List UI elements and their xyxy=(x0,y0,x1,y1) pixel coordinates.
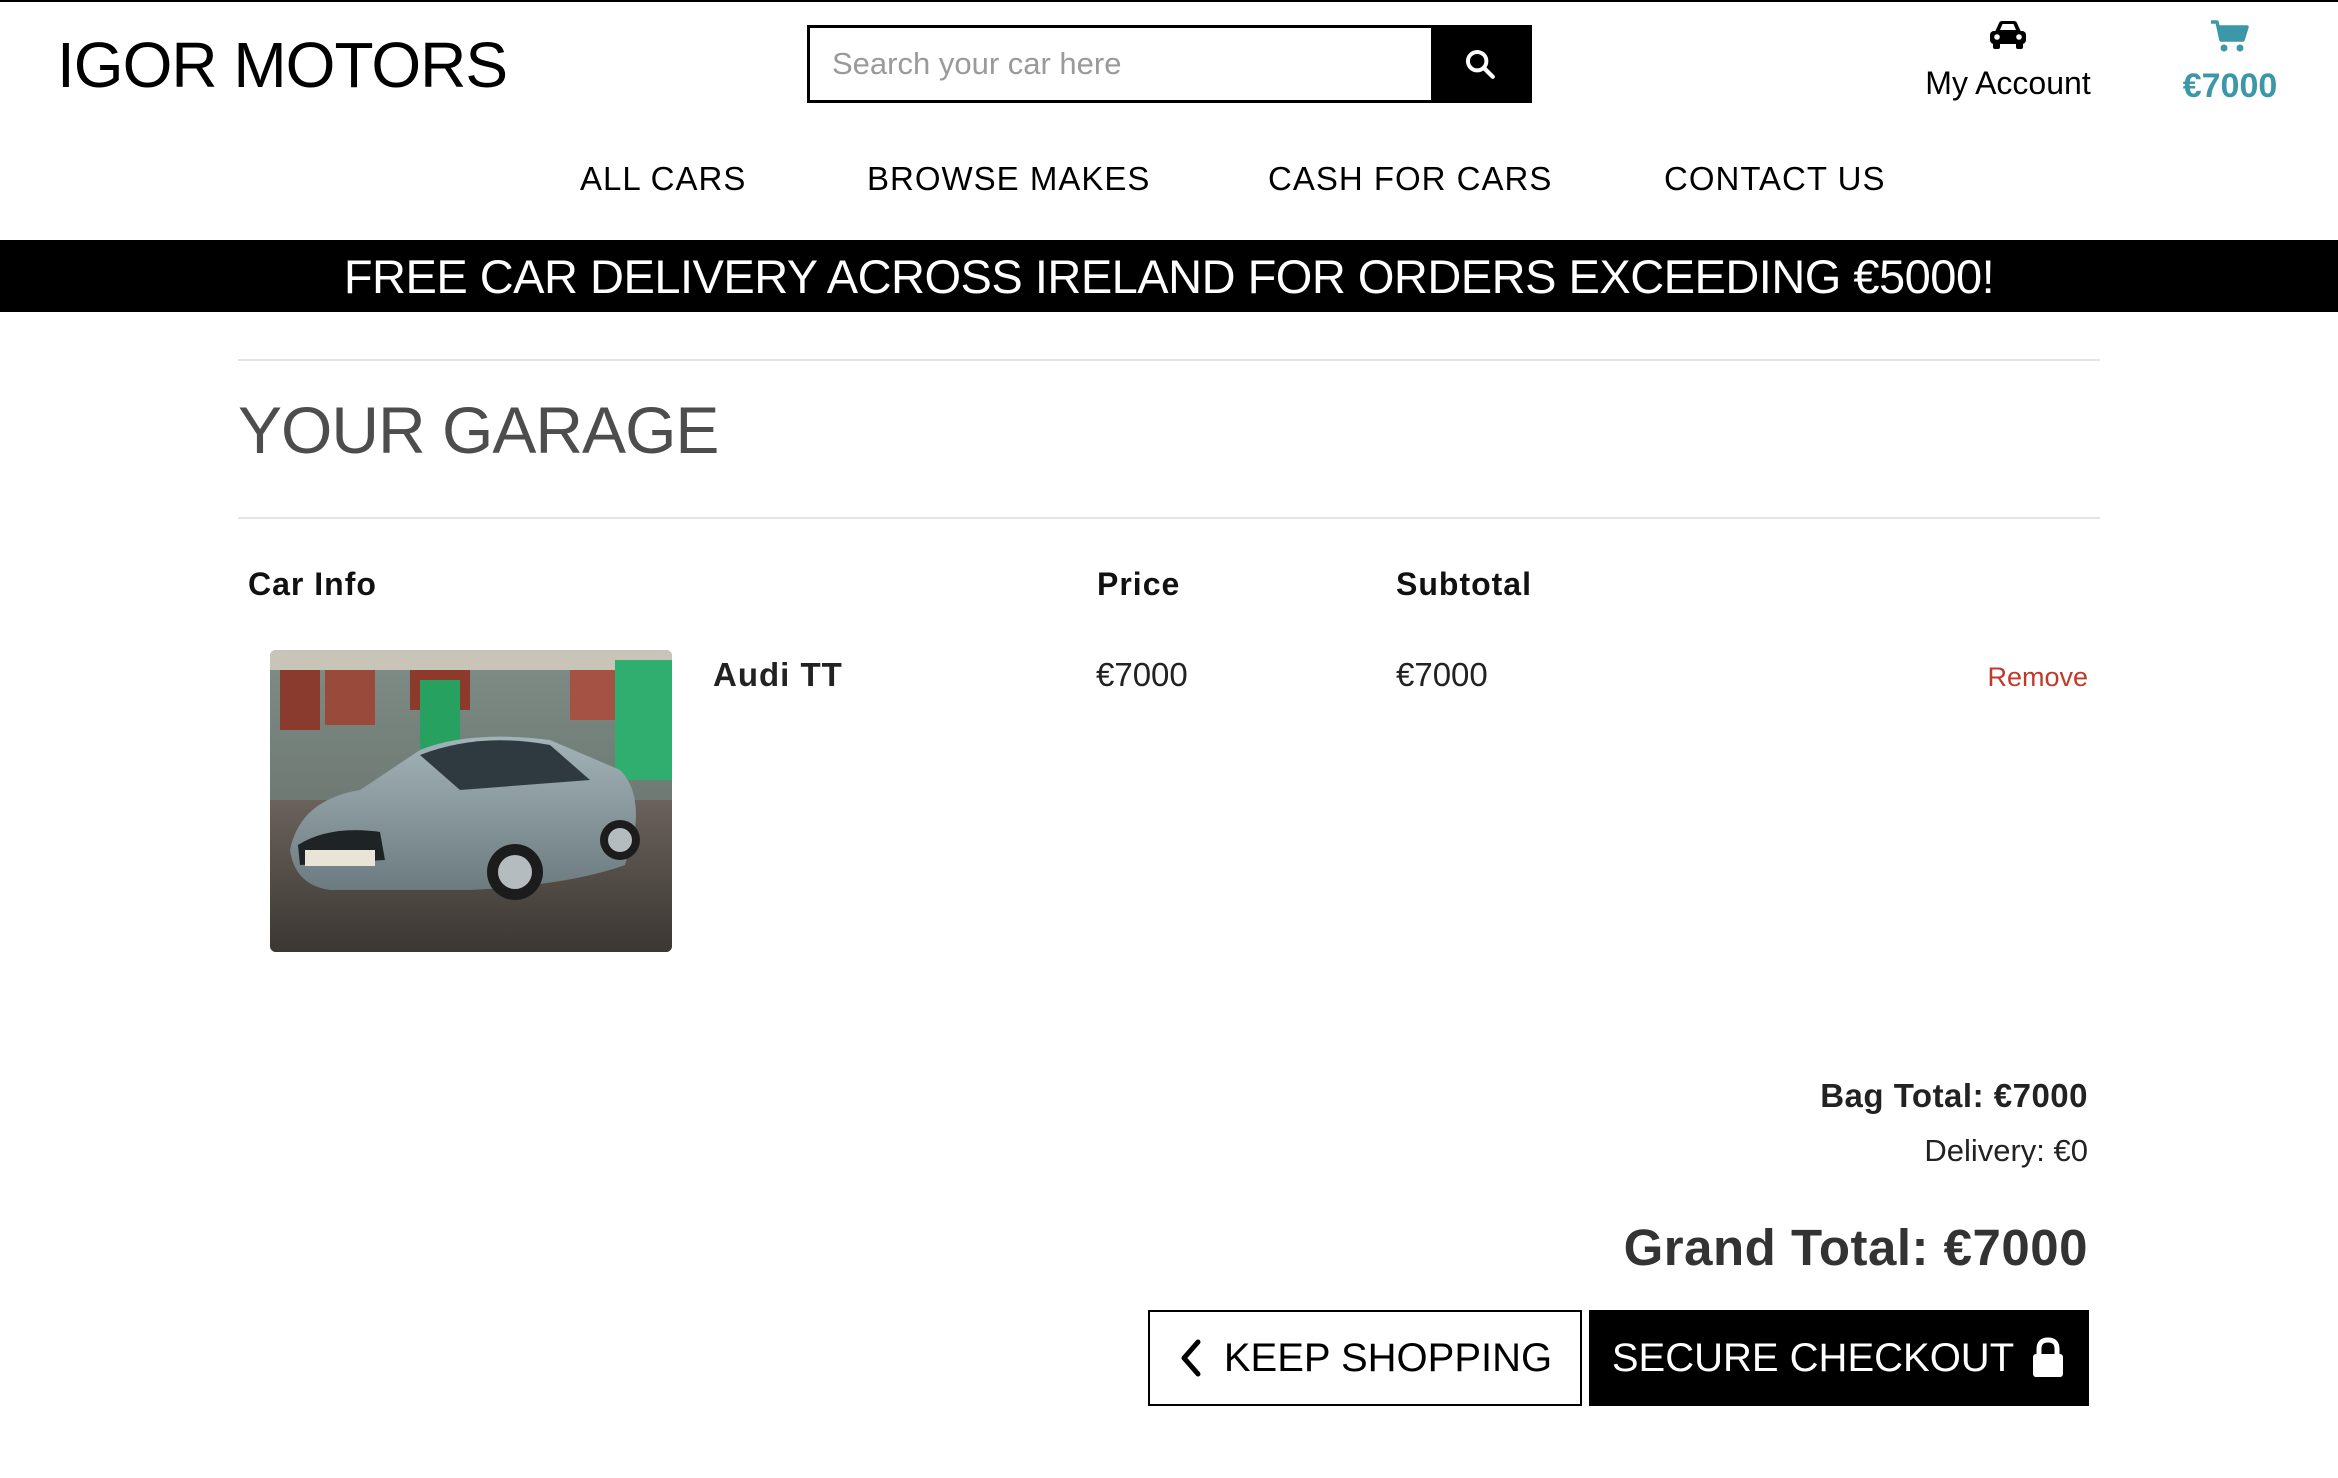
top-border xyxy=(0,0,2338,2)
my-account-label: My Account xyxy=(1925,65,2091,101)
lock-icon xyxy=(2033,1337,2064,1377)
brand-logo[interactable]: IGOR MOTORS xyxy=(57,28,508,102)
shopping-bag-link[interactable]: €7000 xyxy=(2170,18,2290,106)
search-form xyxy=(807,25,1532,103)
page-title: YOUR GARAGE xyxy=(238,393,719,467)
delivery-cost: Delivery: €0 xyxy=(1924,1133,2088,1168)
bag-total: Bag Total: €7000 xyxy=(1820,1077,2088,1114)
column-header-price: Price xyxy=(1097,566,1181,602)
nav-cash-for-cars[interactable]: CASH FOR CARS xyxy=(1268,160,1552,198)
bag-total-amount: €7000 xyxy=(2182,67,2278,105)
divider xyxy=(238,517,2100,519)
secure-checkout-button[interactable]: SECURE CHECKOUT xyxy=(1589,1310,2089,1406)
search-icon xyxy=(1465,49,1495,79)
keep-shopping-label: KEEP SHOPPING xyxy=(1223,1335,1553,1380)
column-header-car-info: Car Info xyxy=(248,566,377,602)
main-nav: ALL CARS BROWSE MAKES CASH FOR CARS CONT… xyxy=(0,160,2338,210)
secure-checkout-label: SECURE CHECKOUT xyxy=(1611,1335,2015,1380)
nav-all-cars[interactable]: ALL CARS xyxy=(580,160,746,198)
cart-item-subtotal: €7000 xyxy=(1396,656,1488,693)
search-button[interactable] xyxy=(1431,28,1529,100)
my-account-link[interactable]: My Account xyxy=(1910,18,2106,102)
nav-browse-makes[interactable]: BROWSE MAKES xyxy=(867,160,1150,198)
search-input[interactable] xyxy=(810,28,1431,100)
cart-item-price: €7000 xyxy=(1096,656,1188,693)
divider xyxy=(238,359,2100,361)
keep-shopping-button[interactable]: KEEP SHOPPING xyxy=(1148,1310,1582,1406)
remove-item-link[interactable]: Remove xyxy=(1987,662,2088,693)
car-icon xyxy=(1990,21,2026,49)
grand-total: Grand Total: €7000 xyxy=(1623,1219,2088,1276)
chevron-left-icon xyxy=(1181,1339,1201,1377)
car-thumbnail[interactable] xyxy=(270,650,672,952)
cart-icon xyxy=(2211,20,2249,52)
cart-item-name[interactable]: Audi TT xyxy=(713,656,843,694)
column-header-subtotal: Subtotal xyxy=(1396,566,1532,602)
nav-contact-us[interactable]: CONTACT US xyxy=(1664,160,1885,198)
delivery-banner: FREE CAR DELIVERY ACROSS IRELAND FOR ORD… xyxy=(0,240,2338,312)
